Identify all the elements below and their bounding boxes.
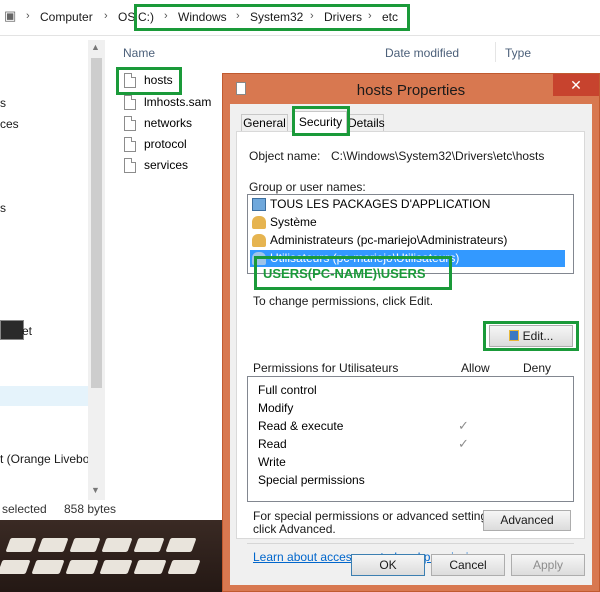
list-item[interactable]: Administrateurs (pc-mariejo\Administrate…: [250, 232, 565, 249]
column-date-modified[interactable]: Date modified: [385, 46, 459, 60]
permission-allow: ✓: [458, 418, 469, 433]
hosts-highlight-box: [116, 67, 182, 95]
group-name: Système: [270, 215, 317, 229]
permission-name: Modify: [258, 401, 294, 415]
advanced-hint-line2: click Advanced.: [253, 522, 336, 536]
users-annotation-text: USERS(PC-NAME)\USERS: [263, 266, 426, 281]
allow-header: Allow: [461, 361, 490, 375]
file-icon: [124, 158, 136, 173]
permission-row: Read ✓: [258, 435, 558, 453]
keyboard-key: [37, 538, 69, 552]
group-name: Administrateurs (pc-mariejo\Administrate…: [270, 233, 508, 247]
permission-name: Read: [258, 437, 287, 451]
advanced-hint-line1: For special permissions or advanced sett…: [253, 509, 497, 523]
users-group-icon: [252, 216, 266, 229]
status-size: 858 bytes: [64, 502, 117, 516]
file-icon: [124, 137, 136, 152]
nav-item-selected[interactable]: [0, 386, 88, 406]
users-group-icon: [252, 234, 266, 247]
file-name: networks: [144, 116, 193, 130]
permission-name: Full control: [258, 383, 317, 397]
group-names-label: Group or user names:: [249, 180, 366, 194]
column-header: Name Date modified Type: [105, 40, 600, 64]
object-name-label: Object name:: [249, 149, 321, 163]
address-highlight-box: [134, 4, 410, 31]
scroll-down-icon[interactable]: ▼: [91, 485, 100, 495]
permission-row: Full control: [258, 381, 558, 399]
keyboard-key: [99, 560, 133, 574]
column-name[interactable]: Name: [123, 46, 155, 60]
breadcrumb-computer[interactable]: Computer: [40, 10, 93, 24]
ok-button[interactable]: OK: [351, 554, 425, 576]
file-icon: [124, 116, 136, 131]
keyboard-key: [65, 560, 99, 574]
nav-item-fragment[interactable]: ces: [0, 117, 19, 131]
dialog-body: General Security Details Object name: C:…: [230, 104, 592, 585]
group-name: TOUS LES PACKAGES D'APPLICATION: [270, 197, 491, 211]
keyboard-key: [101, 538, 133, 552]
keyboard-key: [133, 560, 167, 574]
nav-item-fragment[interactable]: s: [0, 96, 6, 110]
keyboard-key: [167, 560, 201, 574]
security-tab-highlight-box: [292, 106, 350, 136]
permission-name: Read & execute: [258, 419, 344, 433]
keyboard-key: [165, 538, 197, 552]
hosts-properties-dialog: hosts Properties ✕ General Security Deta…: [222, 73, 600, 592]
file-name: protocol: [144, 137, 187, 151]
dialog-title-bar[interactable]: hosts Properties ✕: [223, 74, 599, 104]
column-type[interactable]: Type: [505, 46, 531, 60]
apply-button[interactable]: Apply: [511, 554, 585, 576]
list-item[interactable]: TOUS LES PACKAGES D'APPLICATION: [250, 196, 565, 213]
nav-item-fragment[interactable]: s: [0, 201, 6, 215]
breadcrumb-separator-icon: ›: [26, 10, 30, 22]
change-permissions-hint: To change permissions, click Edit.: [253, 294, 434, 308]
edit-highlight-box: [483, 321, 579, 351]
scroll-up-icon[interactable]: ▲: [91, 42, 100, 52]
permissions-list[interactable]: Full control Modify Read & execute ✓ Rea…: [247, 376, 574, 502]
network-drive-icon: [0, 320, 24, 340]
nav-item-fragment[interactable]: et: [22, 324, 32, 338]
permission-row: Read & execute ✓: [258, 417, 558, 435]
laptop-keyboard: [0, 520, 228, 592]
permission-row: Special permissions: [258, 471, 558, 489]
users-annotation-box: USERS(PC-NAME)\USERS: [254, 256, 452, 290]
keyboard-key: [69, 538, 101, 552]
permission-allow: ✓: [458, 436, 469, 451]
nav-item-fragment[interactable]: t (Orange Livebo: [0, 452, 89, 466]
list-item[interactable]: Système: [250, 214, 565, 231]
status-bar: selected 858 bytes: [0, 500, 225, 520]
file-name: services: [144, 158, 189, 172]
keyboard-key: [31, 560, 65, 574]
folder-back-icon[interactable]: ▣: [4, 8, 16, 24]
nav-scrollbar-thumb[interactable]: [91, 58, 102, 388]
keyboard-key: [0, 560, 31, 574]
keyboard-key: [133, 538, 165, 552]
column-divider: [495, 42, 496, 62]
object-name-value: C:\Windows\System32\Drivers\etc\hosts: [331, 149, 545, 163]
keyboard-key: [5, 538, 37, 552]
file-icon: [124, 95, 136, 110]
file-name: lmhosts.sam: [144, 95, 212, 109]
cancel-button[interactable]: Cancel: [431, 554, 505, 576]
breadcrumb-separator-icon: ›: [104, 10, 108, 22]
dialog-title: hosts Properties: [356, 82, 466, 99]
status-selected: selected: [2, 502, 47, 516]
permission-name: Special permissions: [258, 473, 365, 487]
advanced-button[interactable]: Advanced: [483, 510, 571, 531]
permission-row: Write: [258, 453, 558, 471]
app-packages-icon: [252, 198, 266, 211]
permissions-for-label: Permissions for Utilisateurs: [253, 361, 399, 375]
breadcrumb-os[interactable]: OS: [118, 10, 135, 24]
deny-header: Deny: [523, 361, 552, 375]
close-icon[interactable]: ✕: [553, 74, 599, 96]
permission-row: Modify: [258, 399, 558, 417]
permission-name: Write: [258, 455, 286, 469]
divider: [247, 543, 574, 544]
